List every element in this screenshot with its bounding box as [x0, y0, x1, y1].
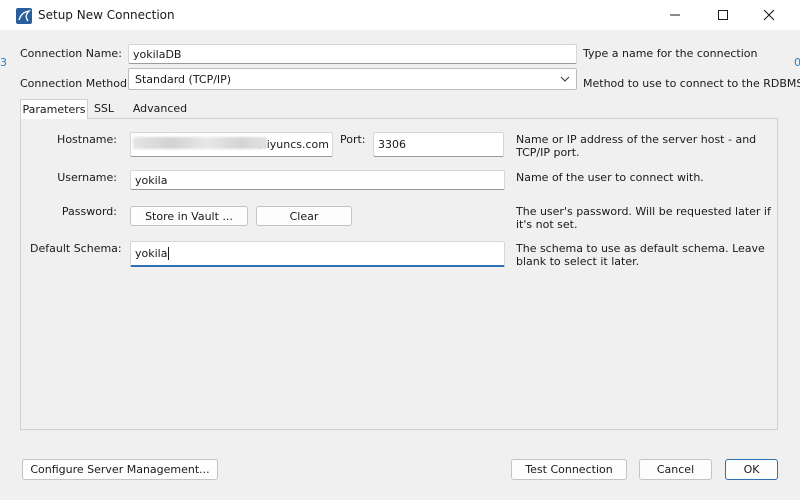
- maximize-icon: [718, 10, 728, 20]
- background-window-text-left: 3: [0, 56, 7, 69]
- default-schema-description: The schema to use as default schema. Lea…: [516, 242, 765, 268]
- connection-name-value: yokilaDB: [133, 47, 182, 61]
- port-input[interactable]: 3306: [373, 132, 504, 157]
- password-description: The user's password. Will be requested l…: [516, 205, 771, 231]
- tab-ssl-label: SSL: [93, 102, 115, 115]
- text-caret: [168, 247, 170, 260]
- minimize-button[interactable]: [652, 0, 698, 30]
- hostname-value: aliyuncs.com: [256, 138, 329, 151]
- port-label: Port:: [340, 133, 366, 146]
- chevron-down-icon: [560, 74, 570, 87]
- configure-server-management-label: Configure Server Management...: [30, 463, 210, 476]
- maximize-button[interactable]: [700, 0, 746, 30]
- cancel-label: Cancel: [656, 463, 695, 476]
- tab-advanced-label: Advanced: [132, 102, 188, 115]
- connection-name-description: Type a name for the connection: [583, 47, 758, 60]
- title-bar: Setup New Connection: [0, 0, 800, 30]
- default-schema-value: yokila: [135, 247, 168, 260]
- clear-password-button[interactable]: Clear: [256, 206, 352, 226]
- hostname-description: Name or IP address of the server host - …: [516, 133, 757, 159]
- test-connection-label: Test Connection: [525, 463, 613, 476]
- cancel-button[interactable]: Cancel: [639, 459, 712, 480]
- window-title: Setup New Connection: [38, 8, 175, 22]
- connection-method-value: Standard (TCP/IP): [135, 72, 232, 86]
- close-button[interactable]: [746, 0, 792, 30]
- test-connection-button[interactable]: Test Connection: [511, 459, 627, 480]
- ok-label: OK: [743, 463, 760, 476]
- tab-ssl[interactable]: SSL: [88, 99, 120, 118]
- minimize-icon: [670, 14, 680, 16]
- default-schema-label: Default Schema:: [30, 242, 122, 255]
- store-in-vault-button[interactable]: Store in Vault ...: [130, 206, 248, 226]
- clear-password-label: Clear: [289, 209, 319, 223]
- connection-method-select[interactable]: Standard (TCP/IP): [128, 68, 577, 90]
- mysql-workbench-icon: [16, 8, 32, 24]
- configure-server-management-button[interactable]: Configure Server Management...: [22, 459, 218, 480]
- username-label: Username:: [57, 171, 117, 184]
- username-value: yokila: [135, 173, 168, 187]
- connection-name-label: Connection Name:: [20, 47, 122, 60]
- port-value: 3306: [378, 138, 406, 151]
- connection-name-input[interactable]: yokilaDB: [128, 44, 577, 64]
- tab-parameters[interactable]: Parameters: [20, 99, 88, 119]
- ok-button[interactable]: OK: [725, 459, 778, 480]
- tab-parameters-label: Parameters: [22, 103, 86, 116]
- username-input[interactable]: yokila: [130, 170, 505, 190]
- default-schema-input[interactable]: yokila: [130, 241, 505, 267]
- connection-method-label: Connection Method:: [20, 77, 131, 90]
- store-in-vault-label: Store in Vault ...: [145, 209, 233, 223]
- hostname-redacted-blur: [133, 137, 267, 149]
- hostname-label: Hostname:: [57, 133, 117, 146]
- background-window-text-right: 0: [794, 56, 800, 69]
- parameters-tab-panel: [20, 118, 778, 430]
- username-description: Name of the user to connect with.: [516, 171, 704, 184]
- connection-method-description: Method to use to connect to the RDBMS: [583, 77, 800, 90]
- password-label: Password:: [61, 205, 117, 218]
- close-icon: [763, 9, 775, 21]
- tab-advanced[interactable]: Advanced: [130, 99, 190, 118]
